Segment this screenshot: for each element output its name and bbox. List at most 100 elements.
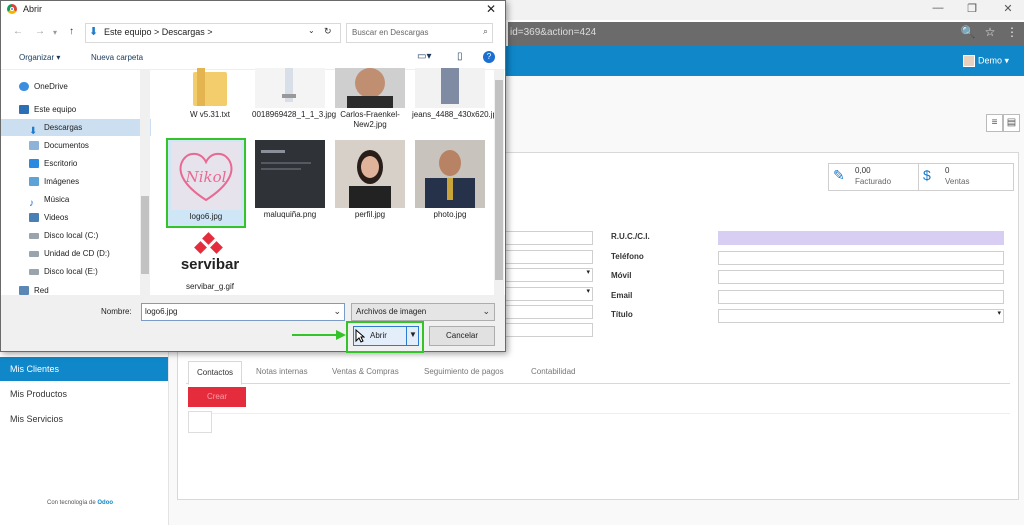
file-item[interactable]: photo.jpg	[412, 140, 488, 220]
ruc-field[interactable]	[718, 231, 1004, 245]
file-type-select[interactable]: Archivos de imagen ⌄	[351, 303, 495, 321]
country-field[interactable]	[498, 323, 593, 337]
zip-field[interactable]	[498, 305, 593, 319]
title-select[interactable]: ▾	[718, 309, 1004, 323]
phone-field[interactable]	[718, 251, 1004, 265]
address-bar[interactable]: id=369&action=424 🔍 ☆ ⋮	[508, 22, 1024, 46]
restore-icon[interactable]: ❐	[964, 2, 980, 16]
search-input[interactable]: Buscar en Descargas ⌕	[346, 23, 493, 43]
sales-stat-button[interactable]: $ 0 Ventas	[918, 163, 1014, 191]
file-item[interactable]: maluquiña.png	[252, 140, 328, 220]
street-field[interactable]	[498, 231, 593, 245]
state-select[interactable]: ▾	[498, 287, 593, 301]
filename-value[interactable]: logo6.jpg	[145, 307, 177, 316]
nav-label: OneDrive	[34, 82, 68, 91]
invoiced-stat-button[interactable]: ✎ 0,00 Facturado	[828, 163, 924, 191]
filename-input[interactable]: logo6.jpg ⌄	[141, 303, 345, 321]
nav-scrollbar[interactable]	[140, 70, 150, 295]
open-label: Abrir	[370, 331, 387, 340]
file-name: perfil.jpg	[354, 210, 386, 219]
path-dropdown-icon[interactable]: ⌄	[308, 26, 315, 35]
nav-label: Descargas	[44, 123, 83, 132]
drive-icon	[29, 268, 39, 275]
dark-thumbnail	[255, 140, 325, 208]
email-field[interactable]	[718, 290, 1004, 304]
open-dropdown-icon[interactable]: ▼	[409, 330, 417, 339]
dialog-navbar: ← → ▾ ↑ ⬇ Este equipo > Descargas > ⌄ ↻ …	[1, 19, 505, 47]
street2-field[interactable]	[498, 250, 593, 264]
mobile-field[interactable]	[718, 270, 1004, 284]
menu-icon[interactable]: ⋮	[1004, 25, 1020, 41]
odoo-link[interactable]: Odoo	[97, 500, 113, 506]
cursor-icon	[355, 329, 365, 343]
file-item[interactable]: 0018969428_1_1_3.jpg	[252, 68, 337, 120]
scroll-thumb[interactable]	[495, 80, 503, 280]
dialog-title-bar: Abrir ✕	[1, 1, 505, 19]
tab-contactos[interactable]: Contactos	[188, 361, 243, 385]
nav-label: Videos	[44, 213, 69, 222]
select-arrow-icon: ▾	[586, 288, 590, 295]
path-bar[interactable]: ⬇ Este equipo > Descargas > ⌄ ↻	[85, 23, 341, 43]
photo-thumbnail	[335, 68, 405, 108]
preview-pane-icon[interactable]: ▯	[457, 51, 463, 62]
new-folder-button[interactable]: Nueva carpeta	[91, 53, 143, 62]
heart-logo-icon: Nikol	[179, 152, 233, 202]
forward-icon[interactable]: →	[35, 26, 45, 37]
contact-placeholder[interactable]	[188, 411, 212, 433]
close-icon[interactable]: ✕	[1000, 2, 1016, 16]
caret-icon: ▾	[1004, 55, 1010, 66]
tab-contabilidad[interactable]: Contabilidad	[531, 361, 575, 383]
file-item[interactable]: W v5.31.txt	[172, 68, 248, 120]
nav-item-red[interactable]: Red	[1, 286, 158, 295]
refresh-icon[interactable]: ↻	[324, 26, 332, 37]
downloads-icon: ⬇	[89, 26, 99, 38]
view-options-icon[interactable]: ▭▾	[417, 51, 431, 62]
scroll-thumb[interactable]	[141, 196, 149, 274]
file-type-value: Archivos de imagen	[356, 307, 427, 316]
file-name: 0018969428_1_1_3.jpg	[252, 110, 337, 119]
tab-ventas-compras[interactable]: Ventas & Compras	[332, 361, 399, 383]
form-view-icon[interactable]: ▤	[1003, 114, 1020, 132]
nav-item-onedrive[interactable]: OneDrive	[1, 78, 158, 95]
zoom-icon[interactable]: 🔍	[960, 25, 976, 41]
breadcrumb[interactable]: Este equipo > Descargas >	[104, 27, 213, 37]
minimize-icon[interactable]: —	[930, 2, 946, 16]
logo-text: servibar	[180, 256, 240, 273]
back-icon[interactable]: ←	[13, 26, 23, 37]
sidebar-item-servicios[interactable]: Mis Servicios	[0, 407, 168, 431]
nav-label: Disco local (C:)	[44, 231, 99, 240]
dollar-icon: $	[923, 167, 931, 183]
nav-label: Imágenes	[44, 177, 80, 186]
sidebar-item-clientes[interactable]: Mis Clientes	[0, 357, 168, 381]
avatar	[963, 55, 975, 67]
history-caret-icon[interactable]: ▾	[53, 28, 57, 37]
tab-seguimiento-pagos[interactable]: Seguimiento de pagos	[424, 361, 504, 383]
list-view-icon[interactable]: ≡	[986, 114, 1003, 132]
file-item[interactable]: jeans_4488_430x620.jpg	[412, 68, 501, 120]
up-folder-icon[interactable]: ↑	[69, 26, 74, 37]
tab-notas-internas[interactable]: Notas internas	[256, 361, 308, 383]
images-icon	[29, 177, 39, 187]
phone-label: Teléfono	[611, 252, 644, 261]
file-scrollbar[interactable]	[494, 70, 504, 295]
cancel-button[interactable]: Cancelar	[429, 326, 495, 346]
chevron-down-icon[interactable]: ⌄	[333, 306, 341, 317]
file-item-selected[interactable]: Nikol logo6.jpg	[166, 138, 246, 228]
organize-button[interactable]: Organizar ▾	[19, 53, 60, 62]
music-icon: ♪	[29, 198, 34, 210]
file-item[interactable]: Carlos-Fraenkel-New2.jpg	[332, 68, 408, 130]
sidebar-item-productos[interactable]: Mis Productos	[0, 382, 168, 406]
file-item[interactable]: servibar servibar_g.gif	[172, 232, 248, 292]
user-menu[interactable]: Demo ▾	[963, 55, 1009, 67]
powered-by: Con tecnología de Odoo	[47, 500, 113, 506]
close-icon[interactable]: ✕	[486, 2, 496, 16]
help-icon[interactable]: ?	[483, 51, 495, 63]
dialog-title: Abrir	[23, 4, 43, 14]
drive-icon	[29, 232, 39, 239]
star-icon[interactable]: ☆	[982, 25, 998, 41]
file-item[interactable]: perfil.jpg	[332, 140, 408, 220]
city-select[interactable]: ▾	[498, 268, 593, 282]
address-url[interactable]: id=369&action=424	[510, 27, 596, 38]
nav-item-este-equipo[interactable]: Este equipo	[1, 101, 158, 118]
create-button[interactable]: Crear	[188, 387, 246, 407]
